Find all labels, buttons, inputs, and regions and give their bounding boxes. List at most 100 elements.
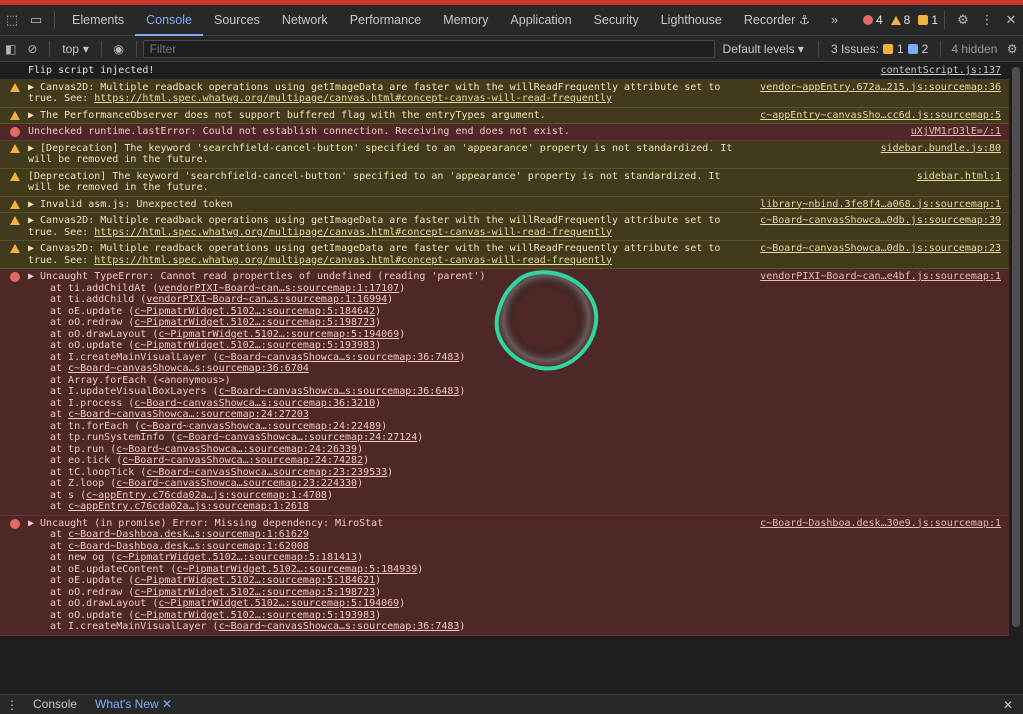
device-toggle-icon[interactable]: ▭ (24, 5, 48, 36)
stack-frame: at oO.update (c~PipmatrWidget.5102…:sour… (28, 340, 739, 352)
console-message-warn[interactable]: ▶ Canvas2D: Multiple readback operations… (0, 241, 1009, 269)
warning-icon (890, 15, 901, 25)
message-source-link[interactable]: c~appEntry~canvasSho…cc6d.js:sourcemap:5 (760, 110, 1001, 122)
tab-network[interactable]: Network (271, 5, 339, 36)
console-message-error[interactable]: ▶ Uncaught (in promise) Error: Missing d… (0, 515, 1009, 636)
stack-frame-link[interactable]: c~Board~Dashboa.desk…s:sourcemap:1:62008 (68, 541, 309, 552)
context-selector[interactable]: top ▾ (56, 42, 95, 56)
live-expression-icon[interactable]: ◉ (108, 36, 130, 62)
stack-frame: at oO.update (c~PipmatrWidget.5102…:sour… (28, 610, 739, 622)
message-source-link[interactable]: sidebar.html:1 (917, 171, 1001, 183)
inspect-icon[interactable]: ⬚ (0, 5, 24, 36)
stack-frame-link[interactable]: c~PipmatrWidget.5102…:sourcemap:5:193983 (134, 340, 375, 351)
stack-frame-prefix: at tp.runSystemInfo ( (50, 432, 177, 443)
stack-frame-link[interactable]: c~PipmatrWidget.5102…:sourcemap:5:184642 (134, 306, 375, 317)
console-message-error[interactable]: Unchecked runtime.lastError: Could not e… (0, 124, 1009, 141)
stack-frame: at oO.redraw (c~PipmatrWidget.5102…:sour… (28, 587, 739, 599)
stack-frame-link[interactable]: vendorPIXI~Board~can…s:sourcemap:1:16994 (146, 294, 387, 305)
console-message-log[interactable]: Flip script injected! contentScript.js:13… (0, 63, 1009, 80)
tab-performance[interactable]: Performance (339, 5, 433, 36)
console-scrollbar[interactable] (1009, 63, 1023, 694)
scrollbar-thumb[interactable] (1012, 67, 1020, 627)
log-levels-dropdown[interactable]: Default levels ▾ (715, 42, 812, 56)
issues-button[interactable]: 3 Issues: 1 2 (825, 42, 934, 56)
tab-memory[interactable]: Memory (432, 5, 499, 36)
tab-elements[interactable]: Elements (61, 5, 135, 36)
stack-frame-link[interactable]: c~PipmatrWidget.5102…:sourcemap:5:184939 (176, 564, 417, 575)
kebab-menu-icon[interactable]: ⋮ (975, 5, 999, 36)
console-message-warn[interactable]: ▶ [Deprecation] The keyword 'searchfield… (0, 140, 1009, 169)
console-message-warn[interactable]: ▶ The PerformanceObserver does not suppo… (0, 107, 1009, 124)
stack-frame-link[interactable]: c~PipmatrWidget.5102…:sourcemap:5:198723 (134, 317, 375, 328)
stack-frame-link[interactable]: c~Board~canvasShowca…s:sourcemap:36:7483 (219, 621, 460, 632)
stack-frame-link[interactable]: c~Board~Dashboa.desk…s:sourcemap:1:61629 (68, 529, 309, 540)
message-source-link[interactable]: library~nbind.3fe8f4…a068.js:sourcemap:1 (760, 199, 1001, 211)
stack-frame-prefix: at oO.update ( (50, 609, 135, 621)
message-source-link[interactable]: uXjVM1rD3lE=/:1 (911, 126, 1001, 138)
clear-console-icon[interactable]: ⊘ (22, 36, 44, 62)
message-source-link[interactable]: contentScript.js:137 (881, 65, 1001, 77)
tab-application[interactable]: Application (499, 5, 582, 36)
stack-frame-link[interactable]: c~Board~canvasShowca…:sourcemap:24:26339 (116, 444, 357, 455)
stack-frame-link[interactable]: c~Board~canvasShowca…s:sourcemap:36:6483 (219, 386, 460, 397)
message-counts[interactable]: 4 8 1 (862, 13, 938, 27)
stack-frame-prefix: at oO.redraw ( (50, 317, 135, 328)
stack-frame-link[interactable]: c~PipmatrWidget.5102…:sourcemap:5:184621 (134, 575, 375, 586)
drawer-close-icon[interactable]: ✕ (993, 698, 1023, 712)
stack-frame-link[interactable]: c~appEntry.c76cda02a…js:sourcemap:1:4708 (86, 490, 327, 501)
message-source-link[interactable]: vendor~appEntry.672a…215.js:sourcemap:36 (760, 82, 1001, 94)
stack-frame-link[interactable]: c~Board~canvasShowca…s:sourcemap:36:6704 (68, 363, 309, 374)
message-source-link[interactable]: c~Board~canvasShowca…0db.js:sourcemap:39 (760, 215, 1001, 227)
stack-frame-link[interactable]: c~PipmatrWidget.5102…:sourcemap:5:194069 (158, 598, 399, 609)
message-source-link[interactable]: sidebar.bundle.js:80 (881, 143, 1001, 155)
stack-frame-link[interactable]: c~PipmatrWidget.5102…:sourcemap:5:181413 (116, 552, 357, 563)
stack-frame-link[interactable]: c~Board~canvasShowca…:sourcemap:24:74282 (122, 455, 363, 466)
stack-frame-link[interactable]: c~PipmatrWidget.5102…:sourcemap:5:193983 (134, 610, 375, 621)
stack-frame: at I.createMainVisualLayer (c~Board~canv… (28, 621, 739, 633)
message-link[interactable]: https://html.spec.whatwg.org/multipage/c… (94, 227, 612, 238)
devtools-tabbar: ⬚ ▭ Elements Console Sources Network Per… (0, 5, 1023, 36)
tab-console[interactable]: Console (135, 5, 203, 36)
stack-frame-link[interactable]: c~Board~canvasShowca…sourcemap:23:239533 (146, 467, 387, 478)
stack-frame-link[interactable]: c~Board~canvasShowca…s:sourcemap:36:3210 (134, 398, 375, 409)
message-link[interactable]: https://html.spec.whatwg.org/multipage/c… (94, 255, 612, 266)
stack-frame-link[interactable]: c~PipmatrWidget.5102…:sourcemap:5:198723 (134, 587, 375, 598)
stack-frame-prefix: at oO.redraw ( (50, 586, 135, 598)
stack-frame-link[interactable]: c~Board~canvasShowca…:sourcemap:24:27124 (176, 432, 417, 443)
message-source-link[interactable]: vendorPIXI~Board~can…e4bf.js:sourcemap:1 (760, 271, 1001, 283)
gear-icon[interactable]: ⚙ (951, 5, 975, 36)
stack-frame-link[interactable]: c~Board~canvasShowca…s:sourcemap:36:7483 (219, 352, 460, 363)
sidebar-icon[interactable]: ◧ (0, 36, 22, 62)
message-source-link[interactable]: c~Board~canvasShowca…0db.js:sourcemap:23 (760, 243, 1001, 255)
message-link[interactable]: https://html.spec.whatwg.org/multipage/c… (94, 93, 612, 104)
console-message-warn[interactable]: ▶ Canvas2D: Multiple readback operations… (0, 213, 1009, 241)
stack-frame-link[interactable]: c~PipmatrWidget.5102…:sourcemap:5:194069 (158, 329, 399, 340)
console-message-warn[interactable]: [Deprecation] The keyword 'searchfield-c… (0, 168, 1009, 197)
console-settings-gear-icon[interactable]: ⚙ (1001, 36, 1023, 62)
drawer-menu-icon[interactable]: ⋮ (0, 698, 24, 712)
console-message-error[interactable]: ▶ Uncaught TypeError: Cannot read proper… (0, 269, 1009, 516)
tab-sources[interactable]: Sources (203, 5, 271, 36)
stack-frame-link[interactable]: c~Board~canvasShowca…:sourcemap:24:22489 (140, 421, 381, 432)
tab-recorder[interactable]: Recorder ⚓ (733, 5, 821, 36)
filter-input[interactable] (142, 39, 715, 58)
console-message-warn[interactable]: ▶ Canvas2D: Multiple readback operations… (0, 79, 1009, 108)
warning-count: 8 (890, 13, 910, 27)
stack-frame-link[interactable]: c~appEntry.c76cda02a…js:sourcemap:1:2618 (68, 501, 309, 512)
tab-security[interactable]: Security (583, 5, 650, 36)
stack-frame-suffix: ) (357, 443, 364, 455)
more-tabs-button[interactable]: » (821, 13, 848, 27)
stack-frame-link[interactable]: c~Board~canvasShowca…:sourcemap:24:27203 (68, 409, 309, 420)
console-message-warn[interactable]: ▶ Invalid asm.js: Unexpected token librar… (0, 196, 1009, 213)
message-source-link[interactable]: c~Board~Dashboa.desk…30e9.js:sourcemap:1 (760, 518, 1001, 530)
drawer-tab-console[interactable]: Console (24, 695, 86, 714)
tab-lighthouse[interactable]: Lighthouse (650, 5, 733, 36)
stack-frame-suffix: ) (375, 609, 382, 621)
close-icon[interactable]: ✕ (999, 5, 1023, 36)
stack-frame-link[interactable]: vendorPIXI~Board~can…s:sourcemap:1:17107 (158, 283, 399, 294)
stack-frame-suffix: ) (375, 575, 382, 586)
drawer-tab-whats-new[interactable]: What's New ✕ (86, 695, 181, 714)
stack-frame: at oE.updateContent (c~PipmatrWidget.510… (28, 564, 739, 576)
stack-frame-link[interactable]: c~Board~canvasShowca…sourcemap:23:224330 (116, 478, 357, 489)
stack-frame-suffix: ) (387, 294, 394, 305)
